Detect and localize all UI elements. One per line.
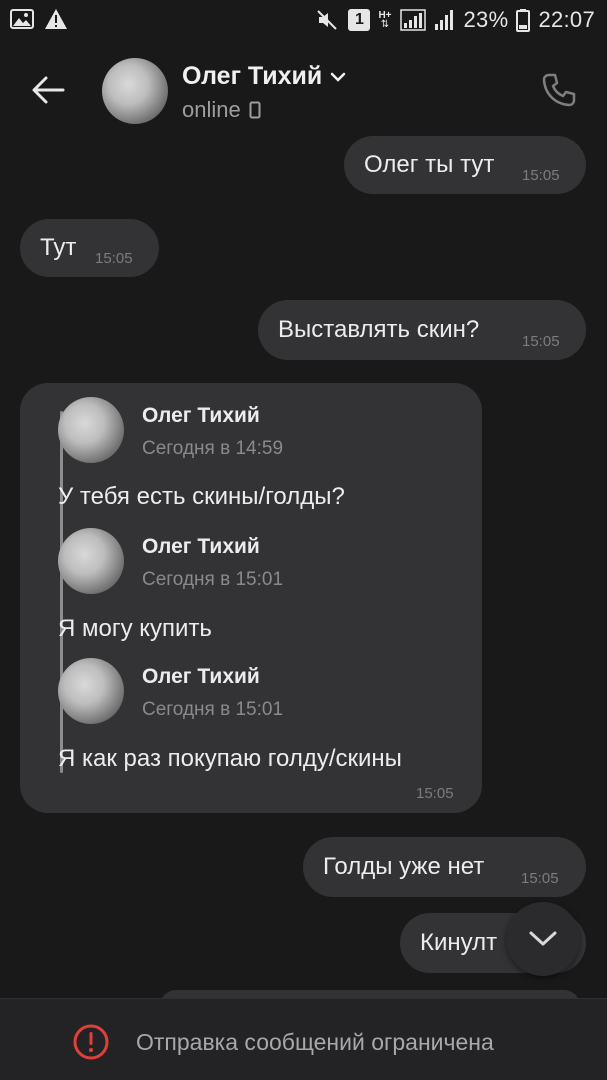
status-bar: 1 H+ ⇅ 23% 22:07 [0,0,607,42]
message-text: Выставлять скин? [278,316,480,343]
battery-icon [516,8,531,32]
message-text: Кинулт [420,929,498,956]
notification-count: 1 [354,11,364,28]
quote-text: Я как раз покупаю голду/скины [58,745,402,772]
message-time: 15:05 [95,250,133,267]
quote-date: Сегодня в 14:59 [142,438,284,459]
arrow-left-icon [32,76,65,104]
message-text: Голды уже нет [323,853,485,880]
chevron-down-icon [529,931,557,946]
notification-1-icon: 1 [348,9,371,31]
mute-icon [316,8,340,32]
back-button[interactable] [26,68,70,112]
quote-author-avatar [58,528,124,594]
phone-icon [542,73,576,107]
message-time: 15:05 [522,167,560,184]
contact-name[interactable]: Олег Тихий [182,62,346,91]
message-time: 15:05 [521,870,559,887]
battery-percent: 23% [463,7,509,32]
contact-status: online [182,97,261,123]
quote-date: Сегодня в 15:01 [142,699,284,720]
contact-avatar[interactable] [102,58,168,124]
image-icon [10,8,34,30]
message-bubble-outgoing[interactable]: Олег ты тут 15:05 [344,136,586,194]
quote-author-avatar [58,658,124,724]
warning-icon [44,8,68,30]
quote-text: У тебя есть скины/голды? [58,483,345,510]
contact-status-label: online [182,97,241,122]
quote-text: Я могу купить [58,615,212,642]
scroll-to-bottom-button[interactable] [506,902,580,976]
message-time: 15:05 [416,785,454,802]
call-button[interactable] [537,68,581,112]
chat-screen: 1 H+ ⇅ 23% 22:07 Олег Тихий online Олег … [0,0,607,1080]
signal-bars-icon [434,9,456,31]
quote-author-name: Олег Тихий [142,665,260,688]
message-bubble-outgoing[interactable]: Голды уже нет 15:05 [303,837,586,897]
quote-author-name: Олег Тихий [142,404,260,427]
quote-bar [60,411,63,773]
restriction-notice: Отправка сообщений ограничена [136,1028,494,1055]
alert-circle-icon [73,1024,109,1060]
chevron-down-icon [331,72,346,82]
message-text: Олег ты тут [364,151,495,178]
forwarded-message-bubble[interactable]: Олег Тихий Сегодня в 14:59 У тебя есть с… [20,383,482,813]
message-bubble-outgoing[interactable]: Выставлять скин? 15:05 [258,300,586,360]
clock: 22:07 [538,7,595,32]
chat-header: Олег Тихий online [0,42,607,142]
restricted-footer: Отправка сообщений ограничена [0,998,607,1080]
message-bubble-incoming[interactable]: Тут 15:05 [20,219,159,277]
mobile-device-icon [249,101,261,119]
signal-icon [399,8,426,32]
quote-date: Сегодня в 15:01 [142,569,284,590]
quote-author-name: Олег Тихий [142,535,260,558]
quote-author-avatar [58,397,124,463]
signal-h-icon: H+ ⇅ [378,10,392,30]
message-text: Тут [40,234,77,261]
contact-name-label: Олег Тихий [182,62,323,90]
message-time: 15:05 [522,333,560,350]
